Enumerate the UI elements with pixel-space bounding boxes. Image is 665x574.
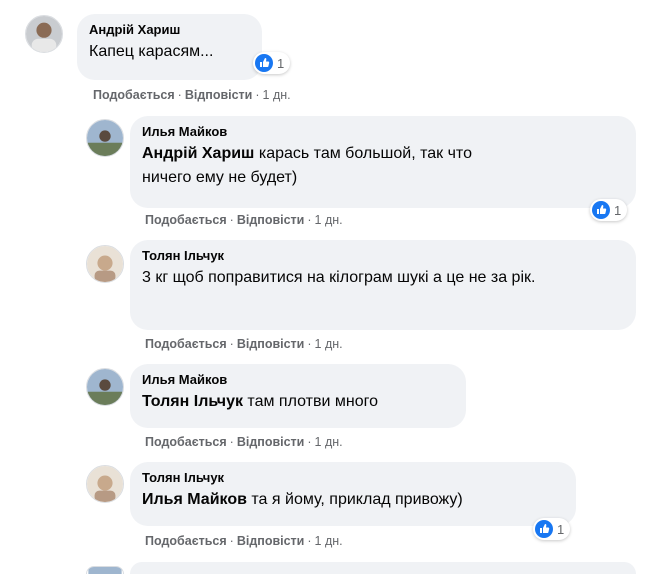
mention-link[interactable]: Андрій Хариш: [142, 145, 254, 162]
like-icon: [535, 520, 553, 538]
avatar-photo-icon: [87, 120, 123, 156]
comment-author[interactable]: Толян Ільчук: [142, 248, 624, 263]
comment-author[interactable]: Андрій Хариш: [89, 22, 250, 37]
comment-bubble: Илья Майков Толян Ільчук там плотви мног…: [130, 364, 466, 428]
avatar-photo-icon: [87, 246, 123, 282]
separator: ·: [307, 534, 312, 548]
comment-bubble: Илья Майков Андрій Хариш карась там боль…: [130, 116, 636, 208]
reply-link[interactable]: Відповісти: [237, 213, 305, 227]
reply-link[interactable]: Відповісти: [237, 435, 305, 449]
like-icon: [255, 54, 273, 72]
comment-author[interactable]: Илья Майков: [142, 124, 624, 139]
avatar[interactable]: [86, 119, 124, 157]
reaction-count: 1: [277, 55, 285, 71]
comment-time[interactable]: 1 дн.: [315, 534, 343, 548]
comment-body: та я йому, приклад привожу): [246, 491, 463, 508]
comment-text: 3 кг щоб поправитися на кілограм шукі а …: [142, 266, 612, 290]
comment-bubble: Андрій Хариш Капец карасям...: [77, 14, 262, 80]
avatar[interactable]: [25, 15, 63, 53]
comment-actions: Подобається · Відповісти · 1 дн.: [93, 88, 291, 102]
avatar[interactable]: [86, 245, 124, 283]
comment-author[interactable]: Илья Майков: [142, 372, 454, 387]
reply-link[interactable]: Відповісти: [237, 337, 305, 351]
reply-link[interactable]: Відповісти: [185, 88, 253, 102]
comment-author[interactable]: Толян Ільчук: [142, 470, 564, 485]
comment-body: там плотви много: [242, 393, 378, 410]
comment-text: Илья Майков та я йому, приклад привожу): [142, 488, 564, 512]
mention-link[interactable]: Толян Ільчук: [142, 393, 243, 410]
reply-link[interactable]: Відповісти: [237, 534, 305, 548]
reaction-badge[interactable]: 1: [590, 199, 628, 221]
reaction-badge[interactable]: 1: [533, 518, 571, 540]
comment-actions: Подобається · Відповісти · 1 дн.: [145, 534, 343, 548]
separator: ·: [229, 213, 234, 227]
like-link[interactable]: Подобається: [145, 534, 227, 548]
comment-actions: Подобається · Відповісти · 1 дн.: [145, 337, 343, 351]
avatar[interactable]: [86, 368, 124, 406]
comment-bubble: [130, 562, 636, 574]
separator: ·: [307, 435, 312, 449]
like-link[interactable]: Подобається: [93, 88, 175, 102]
comment-time[interactable]: 1 дн.: [315, 213, 343, 227]
avatar[interactable]: [86, 566, 124, 574]
avatar[interactable]: [86, 465, 124, 503]
separator: ·: [307, 213, 312, 227]
reaction-count: 1: [614, 202, 622, 218]
separator: ·: [229, 435, 234, 449]
avatar-photo-icon: [87, 369, 123, 405]
comment-body: Капец карасям...: [89, 43, 214, 60]
comment-time[interactable]: 1 дн.: [315, 435, 343, 449]
separator: ·: [229, 337, 234, 351]
separator: ·: [229, 534, 234, 548]
comment-actions: Подобається · Відповісти · 1 дн.: [145, 213, 343, 227]
reaction-count: 1: [557, 521, 565, 537]
comment-bubble: Толян Ільчук Илья Майков та я йому, прик…: [130, 462, 576, 526]
like-link[interactable]: Подобається: [145, 213, 227, 227]
like-link[interactable]: Подобається: [145, 337, 227, 351]
avatar-photo-icon: [88, 567, 122, 574]
comment-text: Капец карасям...: [89, 40, 250, 64]
comment-text: Толян Ільчук там плотви много: [142, 390, 454, 414]
like-icon: [592, 201, 610, 219]
avatar-photo-icon: [26, 16, 62, 52]
comment-bubble: Толян Ільчук 3 кг щоб поправитися на кіл…: [130, 240, 636, 330]
comment-body: 3 кг щоб поправитися на кілограм шукі а …: [142, 269, 536, 286]
like-link[interactable]: Подобається: [145, 435, 227, 449]
comment-actions: Подобається · Відповісти · 1 дн.: [145, 435, 343, 449]
separator: ·: [255, 88, 260, 102]
separator: ·: [307, 337, 312, 351]
comment-time[interactable]: 1 дн.: [263, 88, 291, 102]
avatar-photo-icon: [87, 466, 123, 502]
comment-text: Андрій Хариш карась там большой, так что…: [142, 142, 522, 190]
comment-time[interactable]: 1 дн.: [315, 337, 343, 351]
separator: ·: [177, 88, 182, 102]
mention-link[interactable]: Илья Майков: [142, 491, 247, 508]
reaction-badge[interactable]: 1: [253, 52, 291, 74]
